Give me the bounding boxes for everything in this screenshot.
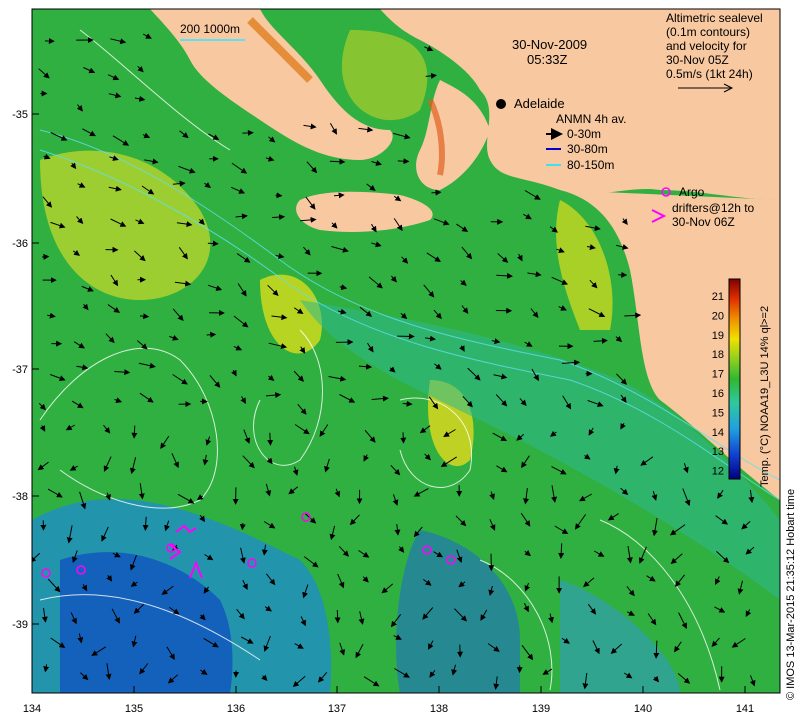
map-time: 05:33Z <box>527 53 567 67</box>
altimetry-line-4: 30-Nov 05Z <box>666 53 729 67</box>
colorbar-tick-label: 18 <box>712 349 724 361</box>
y-tick-label: -39 <box>12 619 28 631</box>
velocity-arrow <box>403 404 412 405</box>
scalebar-label: 200 1000m <box>180 22 240 36</box>
velocity-arrow <box>42 257 48 258</box>
colorbar-tick-label: 13 <box>712 446 724 458</box>
colorbar-tick-label: 14 <box>712 427 724 439</box>
credit-line: © IMOS 13-Mar-2015 21:35:12 Hobart time <box>785 489 797 700</box>
velocity-arrow <box>398 161 409 162</box>
map-canvas: 21 20 19 18 17 16 15 14 13 12 134 135 136 137 138 139 1… <box>0 0 800 720</box>
velocity-arrow <box>432 192 441 193</box>
x-tick-label: 137 <box>328 703 346 715</box>
velocity-arrow <box>242 523 243 529</box>
anmn-legend-2: 80-150m <box>567 158 614 172</box>
y-tick-label: -37 <box>12 364 28 376</box>
x-tick-label: 135 <box>125 703 143 715</box>
x-tick-label: 140 <box>634 703 652 715</box>
x-tick-label: 136 <box>227 703 245 715</box>
adelaide-marker <box>496 99 506 109</box>
y-tick-label: -38 <box>12 491 28 503</box>
colorbar-tick-label: 21 <box>712 291 724 303</box>
anmn-title: ANMN 4h av. <box>556 112 626 126</box>
colorbar-tick-label: 16 <box>712 388 724 400</box>
anmn-legend-0: 0-30m <box>567 127 601 141</box>
colorbar <box>729 279 740 479</box>
y-tick-label: -35 <box>12 109 28 121</box>
velocity-arrow <box>270 433 271 445</box>
velocity-arrow <box>207 334 216 335</box>
drifters-line-1: drifters@12h to <box>672 201 754 215</box>
velocity-arrow <box>337 610 338 622</box>
velocity-arrow <box>208 243 218 244</box>
colorbar-tick-label: 19 <box>712 330 724 342</box>
x-tick-label: 139 <box>532 703 550 715</box>
anmn-legend-1: 30-80m <box>567 142 608 156</box>
altimetry-line-2: (0.1m contours) <box>666 25 750 39</box>
velocity-arrow <box>134 426 135 438</box>
x-tick-label: 141 <box>736 703 754 715</box>
drifters-line-2: 30-Nov 06Z <box>672 215 735 229</box>
sst-map: 21 20 19 18 17 16 15 14 13 12 134 135 136 137 138 139 1… <box>0 0 800 720</box>
colorbar-tick-label: 15 <box>712 407 724 419</box>
colorbar-tick-label: 12 <box>712 466 724 478</box>
y-tick-label: -36 <box>12 238 28 250</box>
argo-label: Argo <box>679 185 704 199</box>
x-tick-label: 134 <box>23 703 41 715</box>
velocity-arrow <box>403 432 404 442</box>
colorbar-tick-label: 17 <box>712 369 724 381</box>
x-tick-label: 138 <box>430 703 448 715</box>
velocity-arrow <box>276 195 282 196</box>
map-date: 30-Nov-2009 <box>512 38 587 52</box>
place-label: Adelaide <box>514 97 565 111</box>
altimetry-line-1: Altimetric sealevel <box>666 11 763 25</box>
colorbar-title: Temp. (°C) NOAA19_L3U 14% ql>=2 <box>759 306 771 487</box>
altimetry-line-3: and velocity for <box>666 39 747 53</box>
altimetry-line-5: 0.5m/s (1kt 24h) <box>666 67 753 81</box>
colorbar-tick-label: 20 <box>712 310 724 322</box>
